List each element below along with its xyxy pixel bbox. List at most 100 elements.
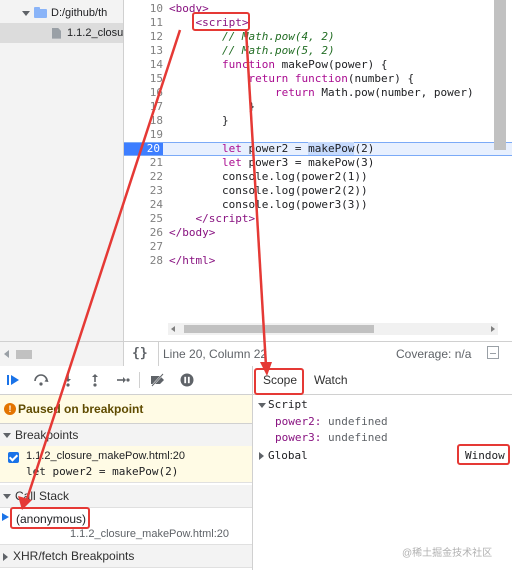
line-code: console.log(power2(2)) — [169, 184, 368, 197]
line-number[interactable]: 27 — [124, 240, 163, 254]
scope-panel: Scope Watch Script power2: undefined pow… — [253, 366, 512, 570]
tree-scroll-thumb[interactable] — [16, 350, 32, 359]
call-stack-header[interactable]: Call Stack — [0, 485, 252, 508]
code-line[interactable]: 27 — [124, 240, 512, 254]
deactivate-breakpoints-icon[interactable] — [150, 373, 164, 387]
annotation-box-script — [192, 12, 250, 31]
step-into-icon[interactable] — [61, 373, 75, 387]
code-line[interactable]: 26 </body> — [124, 226, 512, 240]
line-number[interactable]: 22 — [124, 170, 163, 184]
chevron-down-icon — [258, 403, 266, 408]
step-over-icon[interactable] — [33, 373, 49, 387]
code-line[interactable]: 21 let power3 = makePow(3) — [124, 156, 512, 170]
line-code: </body> — [169, 226, 216, 239]
line-number[interactable]: 24 — [124, 198, 163, 212]
vertical-scrollbar[interactable] — [494, 0, 506, 150]
code-line-active[interactable]: 20 let power2 = makePow(2) — [124, 142, 512, 156]
line-number[interactable]: 17 — [124, 100, 163, 114]
code-line[interactable]: 28 </html> — [124, 254, 512, 268]
line-number[interactable]: 12 — [124, 30, 163, 44]
scope-var-name: power2 — [275, 415, 315, 428]
line-code: } — [169, 114, 229, 127]
code-line[interactable]: 10 <body> — [124, 2, 512, 16]
step-icon[interactable] — [116, 373, 130, 387]
scroll-right-icon[interactable] — [491, 326, 495, 332]
annotation-box-window — [457, 444, 510, 465]
coverage-status: Coverage: n/a — [396, 347, 472, 361]
annotation-box-scope — [254, 368, 304, 395]
line-code: console.log(power2(1)) — [169, 170, 368, 183]
code-line[interactable]: 16 return Math.pow(number, power) — [124, 86, 512, 100]
breakpoint-location: 1.1.2_closure_makePow.html:20 — [26, 450, 185, 462]
code-line[interactable]: 23 console.log(power2(2)) — [124, 184, 512, 198]
line-number[interactable]: 19 — [124, 128, 163, 142]
code-line[interactable]: 15 return function(number) { — [124, 72, 512, 86]
step-out-icon[interactable] — [88, 373, 102, 387]
line-number[interactable]: 18 — [124, 114, 163, 128]
line-code: // Math.pow(4, 2) — [221, 30, 335, 43]
scroll-left-icon[interactable] — [4, 350, 9, 358]
line-number[interactable]: 20 — [124, 143, 163, 155]
line-code: return function(number) { — [248, 72, 415, 85]
pause-on-exceptions-icon[interactable] — [180, 373, 194, 387]
drawer-toggle-icon[interactable] — [487, 346, 499, 359]
resume-icon[interactable] — [6, 373, 20, 387]
xhr-breakpoints-header[interactable]: XHR/fetch Breakpoints — [0, 544, 252, 568]
scroll-left-icon[interactable] — [171, 326, 175, 332]
line-number[interactable]: 15 — [124, 72, 163, 86]
code-line[interactable]: 18 } — [124, 114, 512, 128]
tree-footer — [0, 342, 124, 366]
pretty-print-icon[interactable]: {} — [132, 346, 148, 361]
chevron-right-icon — [3, 552, 8, 561]
scope-global-label: Global — [268, 449, 308, 462]
annotation-box-anonymous — [10, 507, 90, 529]
line-number[interactable]: 11 — [124, 16, 163, 30]
code-line[interactable]: 14 function makePow(power) { — [124, 58, 512, 72]
folder-label: D:/github/th — [51, 7, 108, 19]
debugger-sidebar: ! Paused on breakpoint Breakpoints 1.1.2… — [0, 366, 253, 570]
code-line[interactable]: 19 — [124, 128, 512, 142]
file-label: 1.1.2_closu — [67, 27, 123, 39]
scope-var-row[interactable]: power3: undefined — [275, 431, 388, 444]
breakpoint-item[interactable]: 1.1.2_closure_makePow.html:20 let power2… — [0, 446, 252, 483]
chevron-right-icon — [259, 452, 264, 460]
breakpoint-checkbox[interactable] — [8, 452, 19, 463]
code-line[interactable]: 22 console.log(power2(1)) — [124, 170, 512, 184]
code-line[interactable]: 13 // Math.pow(5, 2) — [124, 44, 512, 58]
line-number[interactable]: 25 — [124, 212, 163, 226]
line-number[interactable]: 13 — [124, 44, 163, 58]
horizontal-scrollbar[interactable] — [168, 323, 498, 335]
line-code: // Math.pow(5, 2) — [221, 44, 335, 57]
status-bar: {} Line 20, Column 22 Coverage: n/a — [0, 341, 512, 367]
line-code: function makePow(power) { — [221, 58, 388, 71]
code-line[interactable]: 12 // Math.pow(4, 2) — [124, 30, 512, 44]
line-number[interactable]: 21 — [124, 156, 163, 170]
divider — [158, 342, 159, 366]
tree-folder-row[interactable]: D:/github/th — [0, 3, 123, 23]
line-number[interactable]: 16 — [124, 86, 163, 100]
line-code: } — [169, 100, 256, 113]
code-line[interactable]: 17 } — [124, 100, 512, 114]
line-code: let power3 = makePow(3) — [221, 156, 375, 169]
scope-var-row[interactable]: power2: undefined — [275, 415, 388, 428]
horizontal-scroll-thumb[interactable] — [184, 325, 374, 333]
file-tree: D:/github/th 1.1.2_closu — [0, 0, 124, 341]
code-line[interactable]: 25 </script> — [124, 212, 512, 226]
line-number[interactable]: 14 — [124, 58, 163, 72]
code-line[interactable]: 11 <script> — [124, 16, 512, 30]
breakpoints-header[interactable]: Breakpoints — [0, 424, 252, 447]
line-number[interactable]: 28 — [124, 254, 163, 268]
line-number[interactable]: 26 — [124, 226, 163, 240]
call-stack-header-label: Call Stack — [15, 489, 70, 503]
tree-file-row[interactable]: 1.1.2_closu — [0, 23, 123, 43]
line-number[interactable]: 23 — [124, 184, 163, 198]
tab-watch[interactable]: Watch — [314, 366, 348, 394]
code-editor[interactable]: 10 <body> 11 <script> 12 // Math.pow(4, 2) 1… — [124, 0, 512, 341]
debugger-toolbar — [0, 366, 252, 395]
scope-script-label: Script — [268, 398, 308, 411]
current-frame-arrow-icon — [2, 513, 9, 521]
line-number[interactable]: 10 — [124, 2, 163, 16]
scope-var-name: power3 — [275, 431, 315, 444]
folder-icon — [34, 6, 47, 18]
code-line[interactable]: 24 console.log(power3(3)) — [124, 198, 512, 212]
